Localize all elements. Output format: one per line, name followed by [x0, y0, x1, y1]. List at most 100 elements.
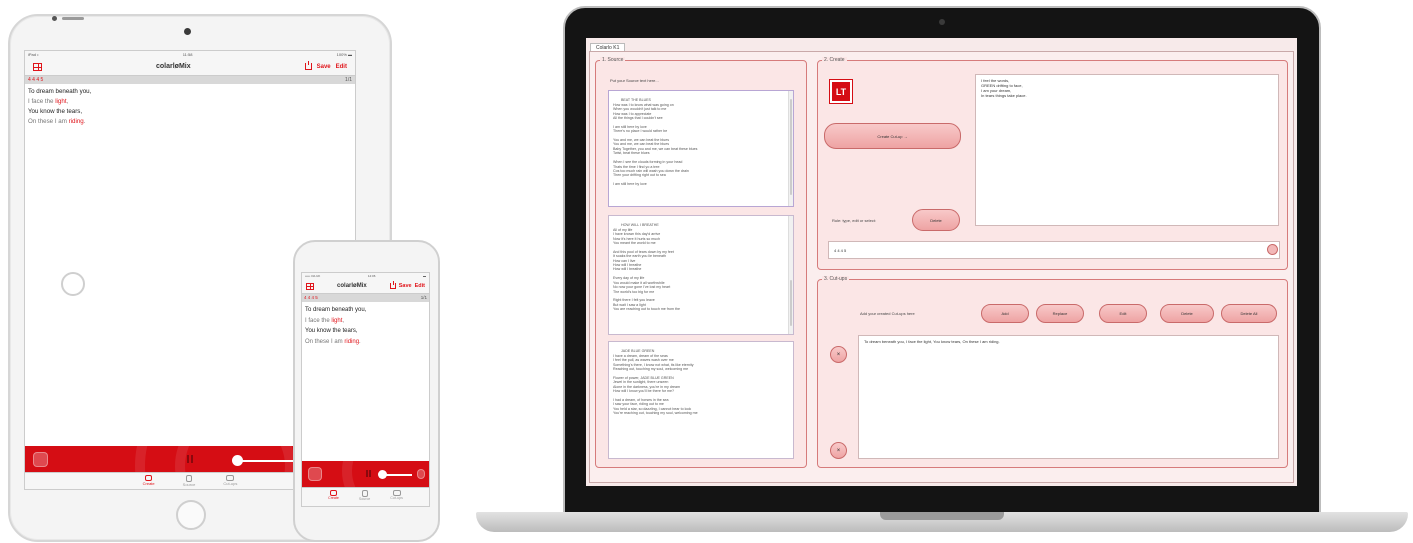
add-button[interactable]: Add: [981, 304, 1029, 323]
save-button[interactable]: Save: [317, 64, 331, 70]
volume-button[interactable]: [417, 469, 425, 479]
cutups-prompt: Add your created Cut-ups here: [860, 311, 915, 316]
cutup-output[interactable]: I feel the words, GREEN drifting to face…: [975, 74, 1279, 226]
source-text-1-content: BEAT THE BLUES How was I to know what wa…: [613, 98, 698, 187]
poem-word: On these I am: [28, 118, 69, 125]
move-down-icon[interactable]: ×: [830, 442, 847, 459]
share-icon[interactable]: [389, 281, 396, 289]
page-count: 1/1: [420, 295, 427, 300]
poem-word: I face the: [28, 98, 56, 105]
iphone-home-button[interactable]: [61, 272, 85, 296]
tab-bar: Create Source Cut-ups: [302, 487, 429, 506]
scroll-thumb[interactable]: [790, 280, 792, 326]
tab-label: Create: [142, 481, 155, 486]
poem-line: On these I am riding.: [28, 117, 352, 127]
scrollbar[interactable]: [788, 216, 793, 334]
page-count: 1/1: [345, 77, 352, 83]
tab-label: Cut-ups: [390, 496, 403, 500]
rule-label: Rule: type, edit or select:: [832, 218, 877, 223]
create-group-label: 2. Create: [822, 57, 847, 63]
poem-line: To dream beneath you,: [305, 305, 426, 316]
poem-word: riding: [68, 118, 84, 125]
status-carrier: ••••• O2-UK: [305, 274, 321, 278]
tab-create[interactable]: Create: [328, 490, 339, 506]
poem-word: To dream beneath you,: [28, 88, 92, 95]
tab-label: Cut-ups: [223, 481, 238, 486]
poem-line: To dream beneath you,: [28, 87, 352, 97]
iphone-screen: ••••• O2-UK 14:06 ▬ colarløMix Save Edit…: [301, 272, 430, 507]
rule-combo[interactable]: 4 4 4 5: [828, 241, 1280, 259]
document-icon: [361, 490, 368, 497]
rule-text: 4 4 4 5: [28, 77, 44, 83]
source-text-2-content: HOW WILL I BREATHE All of my life I have…: [613, 223, 680, 312]
status-time: 11:58: [182, 52, 193, 57]
pause-icon[interactable]: [187, 455, 193, 463]
status-carrier: iPad •: [28, 52, 39, 57]
window-body: 1. Source Put your Source text here... B…: [589, 51, 1294, 483]
delete-rule-button[interactable]: Delete: [912, 209, 960, 231]
tab-cutups[interactable]: Cut-ups: [390, 490, 403, 506]
poem-word: You know the tears,: [305, 328, 358, 334]
tab-source[interactable]: Source: [182, 475, 196, 489]
poem-line: You know the tears,: [28, 107, 352, 117]
edit-button[interactable]: Edit: [336, 64, 347, 70]
source-text-1[interactable]: BEAT THE BLUES How was I to know what wa…: [608, 90, 794, 207]
tab-cutups[interactable]: Cut-ups: [223, 475, 237, 489]
nav-bar: colarløMix Save Edit: [302, 279, 429, 294]
edit-button[interactable]: Edit: [415, 283, 425, 289]
rule-bar: 4 4 4 5 1/1: [302, 294, 429, 302]
save-button[interactable]: Save: [399, 283, 412, 289]
source-text-3[interactable]: JADE BLUE GREEN I have a dream, dream of…: [608, 341, 794, 459]
ipad-home-button[interactable]: [176, 500, 206, 530]
app-title: colarløMix: [337, 283, 367, 289]
poem-word: riding: [344, 338, 360, 345]
grid-icon[interactable]: [306, 282, 314, 290]
tab-create[interactable]: Create: [143, 475, 155, 489]
rule-bar: 4 4 4 5 1/1: [25, 76, 355, 84]
shuffle-button[interactable]: [308, 467, 322, 481]
poem-line: I face the light,: [28, 97, 352, 107]
cutups-list[interactable]: To dream beneath you, I face the light, …: [858, 335, 1279, 459]
poem-line: You know the tears,: [305, 326, 426, 337]
tab-label: Source: [358, 497, 371, 501]
poem-line: On these I am riding.: [305, 337, 426, 348]
delete-button[interactable]: Delete: [1160, 304, 1214, 323]
player-bar: [302, 461, 429, 489]
grid-icon[interactable]: [33, 62, 42, 71]
shuffle-button[interactable]: [33, 452, 48, 467]
stepper-icon[interactable]: [1267, 244, 1278, 255]
cutups-group-label: 3. Cut-ups: [822, 276, 850, 282]
source-text-2[interactable]: HOW WILL I BREATHE All of my life I have…: [608, 215, 794, 335]
delete-all-button[interactable]: Delete All: [1221, 304, 1277, 323]
slider-knob[interactable]: [232, 455, 243, 466]
poem-word: You know the tears,: [28, 108, 83, 115]
poem-view: To dream beneath you, I face the light, Yo…: [25, 84, 355, 130]
tab-label: Create: [328, 496, 339, 500]
scroll-thumb[interactable]: [790, 99, 792, 195]
iphone-camera: [52, 16, 57, 21]
tab-source[interactable]: Source: [359, 490, 370, 506]
tab-label: Source: [182, 482, 196, 487]
share-icon[interactable]: [304, 60, 312, 70]
create-group: 2. Create LT Create Cut-up → I feel the …: [817, 57, 1288, 270]
slider-knob[interactable]: [378, 470, 387, 479]
ipad-camera: [184, 28, 191, 35]
pause-icon[interactable]: [366, 470, 371, 477]
document-icon: [186, 475, 192, 482]
rule-text: 4 4 4 5: [304, 295, 318, 300]
status-battery: ▬: [423, 274, 426, 278]
source-group-label: 1. Source: [600, 57, 626, 63]
poem-word: .: [83, 118, 86, 125]
replace-button[interactable]: Replace: [1036, 304, 1084, 323]
laptop-notch: [880, 512, 1004, 520]
scrollbar[interactable]: [788, 91, 793, 206]
poem-word: light: [55, 98, 67, 105]
source-text-3-content: JADE BLUE GREEN I have a dream, dream of…: [613, 349, 698, 416]
edit-button[interactable]: Edit: [1099, 304, 1147, 323]
iphone-speaker: [62, 17, 84, 20]
status-bar: iPad • 11:58 100% ▬: [25, 51, 355, 58]
cutups-group: 3. Cut-ups Add your created Cut-ups here…: [817, 276, 1288, 468]
move-up-icon[interactable]: ×: [830, 346, 847, 363]
create-cutup-button[interactable]: Create Cut-up →: [824, 123, 961, 149]
poem-word: light: [331, 317, 343, 324]
